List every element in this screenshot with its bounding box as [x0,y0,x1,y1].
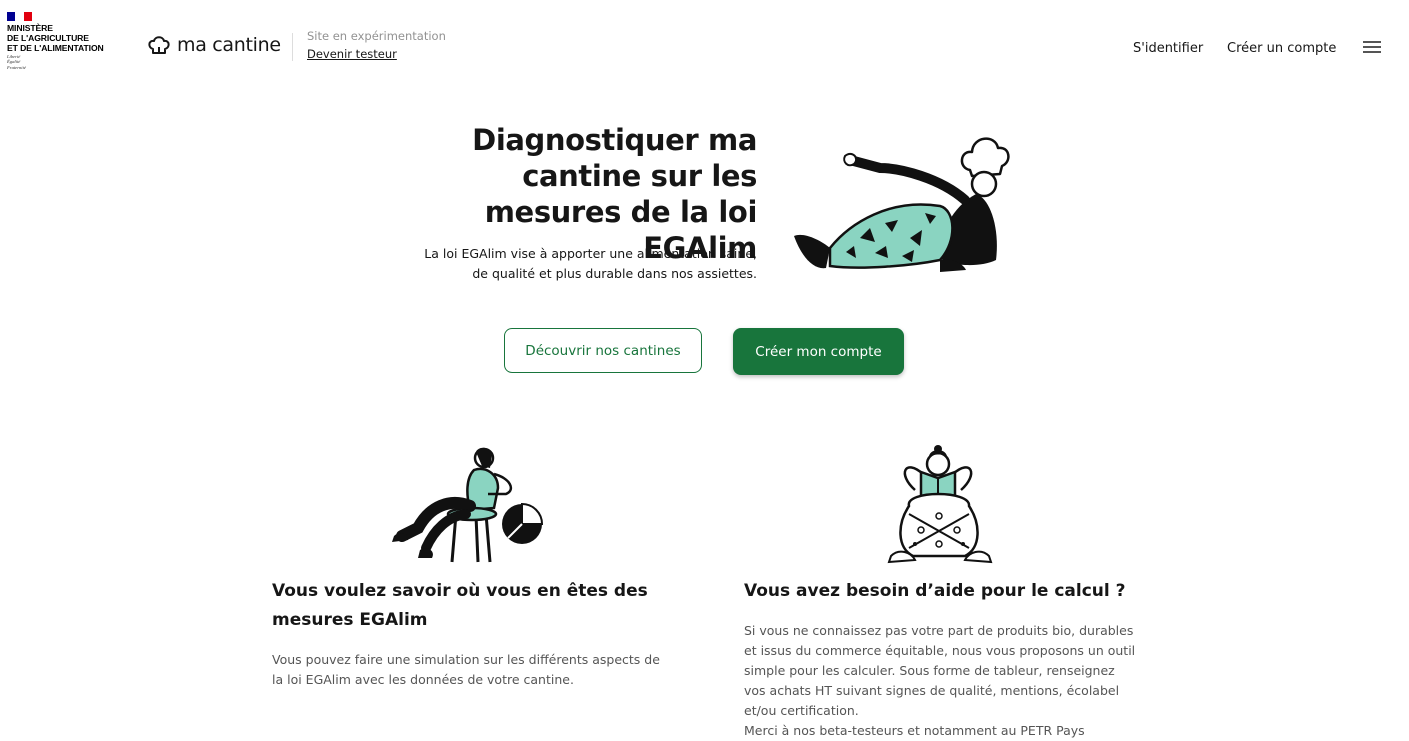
experiment-label: Site en expérimentation [307,29,446,43]
feature-2-text-more: Merci à nos beta-testeurs et notamment a… [744,723,1085,738]
login-link[interactable]: S'identifier [1133,41,1203,56]
discover-canteens-button[interactable]: Découvrir nos cantines [504,328,702,373]
person-chair-piechart-illustration [392,447,544,563]
site-name: ma cantine [177,34,281,56]
french-flag-icon [7,12,32,21]
chef-hat-icon [148,36,170,54]
person-reading-illustration [887,445,993,564]
hero-subtitle-line-1: La loi EGAlim vise à apporter une alimen… [424,246,757,261]
hero-subtitle-line-2: de qualité et plus durable dans nos assi… [472,266,757,281]
feature-1-title: Vous voulez savoir où vous en êtes des m… [272,581,648,630]
chef-lying-illustration [794,137,1010,272]
site-logo[interactable]: ma cantine [147,34,281,56]
feature-2-text: Si vous ne connaissez pas votre part de … [744,623,1136,718]
header-divider [292,33,293,61]
hero-subtitle: La loi EGAlim vise à apporter une alimen… [400,244,757,284]
republic-motto: Liberté Égalité Fraternité [7,54,26,70]
create-my-account-button[interactable]: Créer mon compte [733,328,904,375]
ministry-logo[interactable]: MINISTÈRE DE L'AGRICULTURE ET DE L'ALIME… [7,12,127,78]
hamburger-menu-icon[interactable] [1361,38,1383,58]
create-account-link[interactable]: Créer un compte [1227,41,1336,56]
feature-1-text: Vous pouvez faire une simulation sur les… [272,652,660,687]
ministry-name: MINISTÈRE DE L'AGRICULTURE ET DE L'ALIME… [7,23,104,53]
feature-2-title: Vous avez besoin d’aide pour le calcul ? [744,581,1126,601]
site-header: MINISTÈRE DE L'AGRICULTURE ET DE L'ALIME… [0,0,1409,96]
become-tester-link[interactable]: Devenir testeur [307,47,397,61]
